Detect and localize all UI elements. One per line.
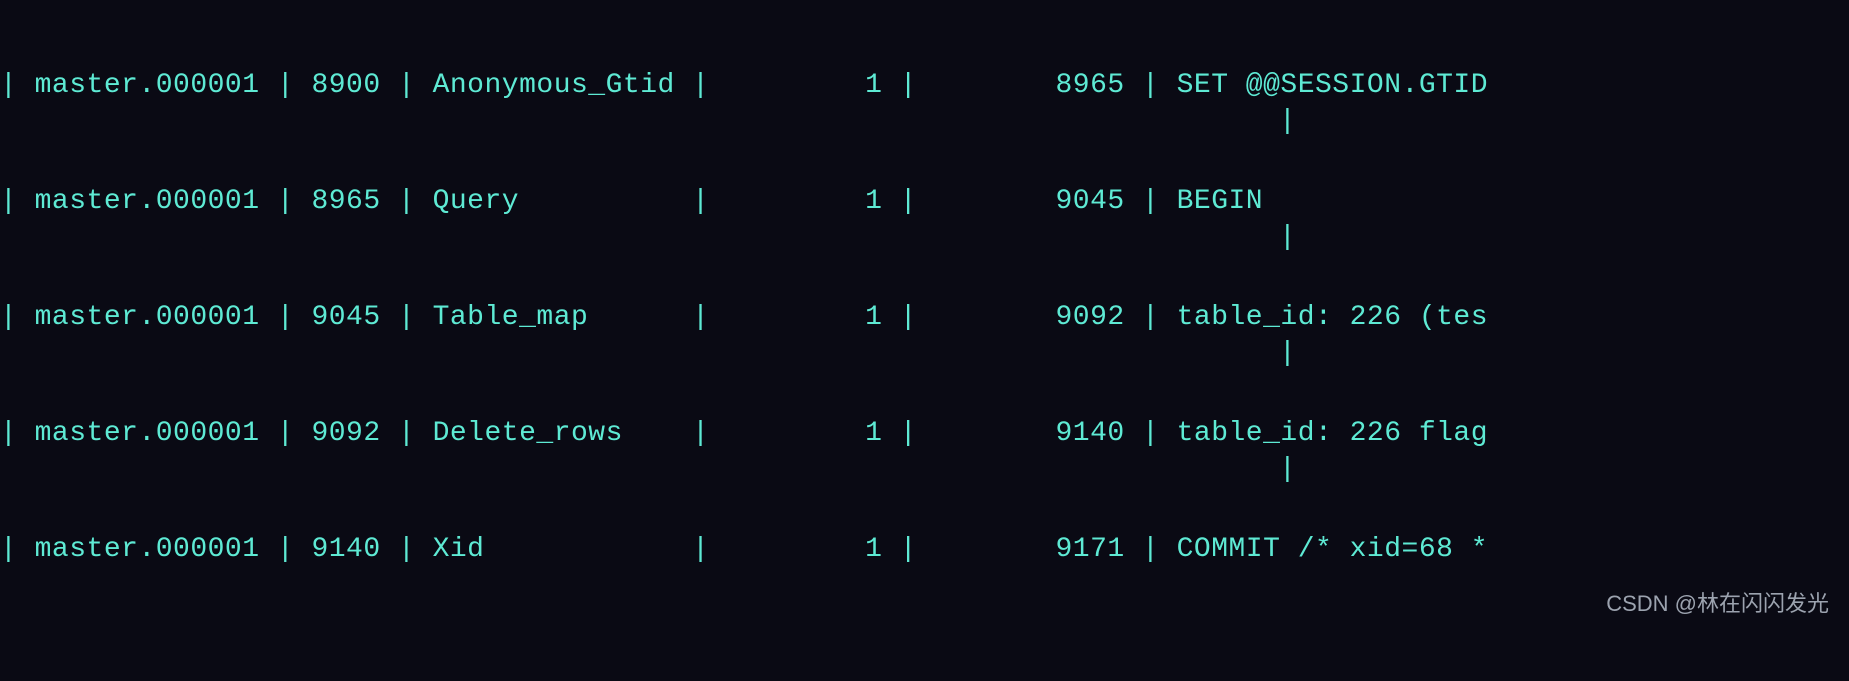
binlog-row: | master.000001 | 9140 | Xid | 1 | 9171 …: [0, 531, 1849, 569]
intermediate-pipe: |: [1279, 219, 1296, 257]
binlog-row: | master.000001 | 8900 | Anonymous_Gtid …: [0, 67, 1849, 105]
binlog-line: | master.000001 | 9045 | Table_map | 1 |…: [0, 301, 1488, 335]
binlog-row: | master.000001 | 9092 | Delete_rows | 1…: [0, 415, 1849, 453]
intermediate-pipe: |: [1279, 103, 1296, 141]
binlog-line: | master.000001 | 8965 | Query | 1 | 904…: [0, 185, 1263, 219]
terminal-output: | master.000001 | 8900 | Anonymous_Gtid …: [0, 0, 1849, 681]
binlog-row: | master.000001 | 8965 | Query | 1 | 904…: [0, 183, 1849, 221]
binlog-line: | master.000001 | 8900 | Anonymous_Gtid …: [0, 69, 1488, 103]
binlog-line: | master.000001 | 9140 | Xid | 1 | 9171 …: [0, 533, 1488, 567]
intermediate-pipe: |: [1279, 451, 1296, 489]
binlog-line: | master.000001 | 9092 | Delete_rows | 1…: [0, 417, 1488, 451]
intermediate-pipe: |: [1279, 335, 1296, 373]
binlog-row: | master.000001 | 9045 | Table_map | 1 |…: [0, 299, 1849, 337]
watermark-text: CSDN @林在闪闪发光: [1606, 586, 1829, 618]
